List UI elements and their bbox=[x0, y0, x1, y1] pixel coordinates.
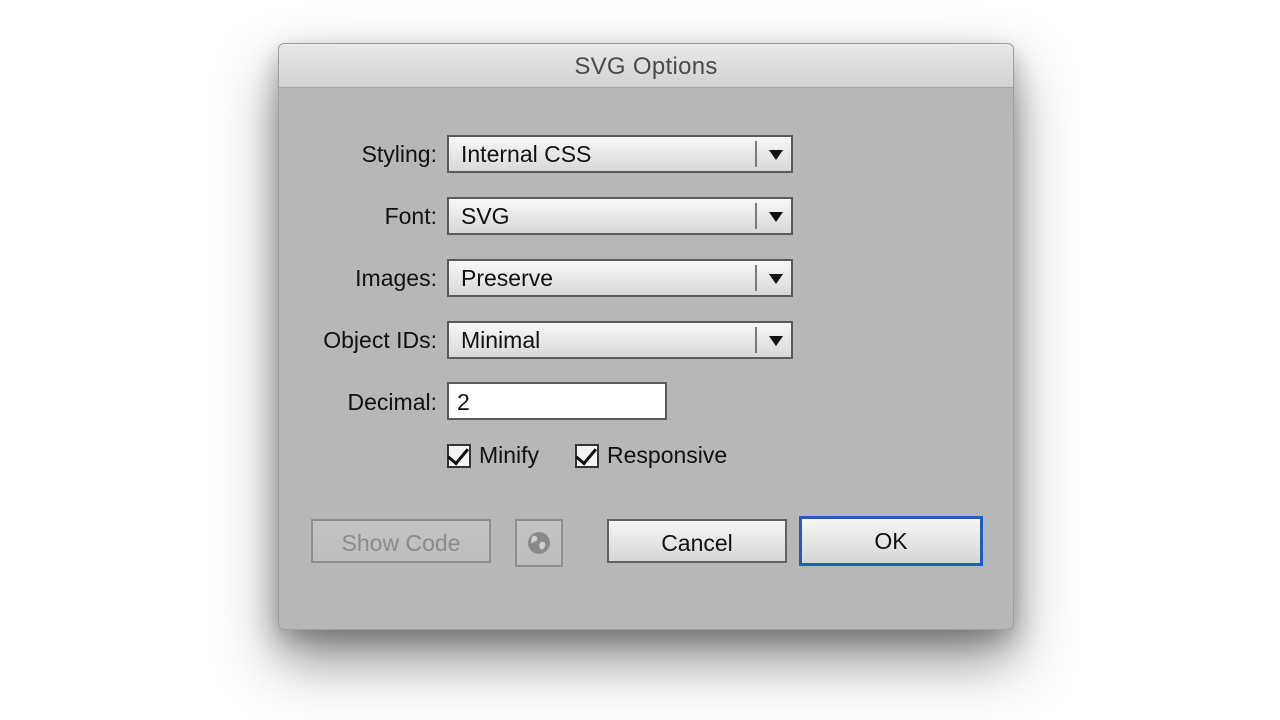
dropdown-divider bbox=[755, 141, 757, 167]
images-dropdown[interactable]: Preserve bbox=[447, 259, 793, 297]
minify-option[interactable]: Minify bbox=[446, 441, 540, 472]
cancel-button[interactable]: Cancel bbox=[607, 519, 787, 563]
font-label: Font: bbox=[384, 203, 437, 229]
styling-dropdown[interactable]: Internal CSS bbox=[447, 135, 793, 173]
checkmark-icon bbox=[574, 441, 598, 466]
styling-value: Internal CSS bbox=[461, 141, 592, 167]
checkmark-icon bbox=[446, 441, 470, 466]
responsive-checkbox[interactable] bbox=[574, 441, 599, 468]
chevron-down-icon bbox=[769, 274, 783, 284]
globe-icon bbox=[528, 532, 550, 554]
chevron-down-icon bbox=[769, 336, 783, 346]
dialog-titlebar[interactable]: SVG Options bbox=[279, 44, 1013, 88]
minify-checkbox[interactable] bbox=[446, 441, 471, 468]
images-label: Images: bbox=[355, 265, 437, 291]
responsive-label: Responsive bbox=[607, 442, 728, 468]
dialog-title: SVG Options bbox=[574, 53, 718, 80]
decimal-value: 2 bbox=[457, 389, 470, 415]
ok-button[interactable]: OK bbox=[799, 516, 983, 566]
dropdown-divider bbox=[755, 203, 757, 229]
styling-label: Styling: bbox=[361, 141, 437, 167]
dropdown-divider bbox=[755, 265, 757, 291]
minify-label: Minify bbox=[479, 442, 540, 468]
svg-options-dialog: SVG Options Styling: Internal CSS Font: … bbox=[278, 43, 1014, 630]
object-ids-dropdown[interactable]: Minimal bbox=[447, 321, 793, 359]
chevron-down-icon bbox=[769, 150, 783, 160]
object-ids-value: Minimal bbox=[461, 327, 541, 353]
decimal-label: Decimal: bbox=[347, 389, 437, 415]
images-value: Preserve bbox=[461, 265, 554, 291]
font-dropdown[interactable]: SVG bbox=[447, 197, 793, 235]
web-preview-button[interactable] bbox=[515, 519, 563, 567]
chevron-down-icon bbox=[769, 212, 783, 222]
font-value: SVG bbox=[461, 203, 510, 229]
object-ids-label: Object IDs: bbox=[323, 327, 437, 353]
dropdown-divider bbox=[755, 327, 757, 353]
show-code-button[interactable]: Show Code bbox=[311, 519, 491, 563]
screen: SVG Options Styling: Internal CSS Font: … bbox=[0, 0, 1280, 720]
responsive-option[interactable]: Responsive bbox=[574, 441, 728, 472]
decimal-input[interactable]: 2 bbox=[447, 382, 667, 420]
